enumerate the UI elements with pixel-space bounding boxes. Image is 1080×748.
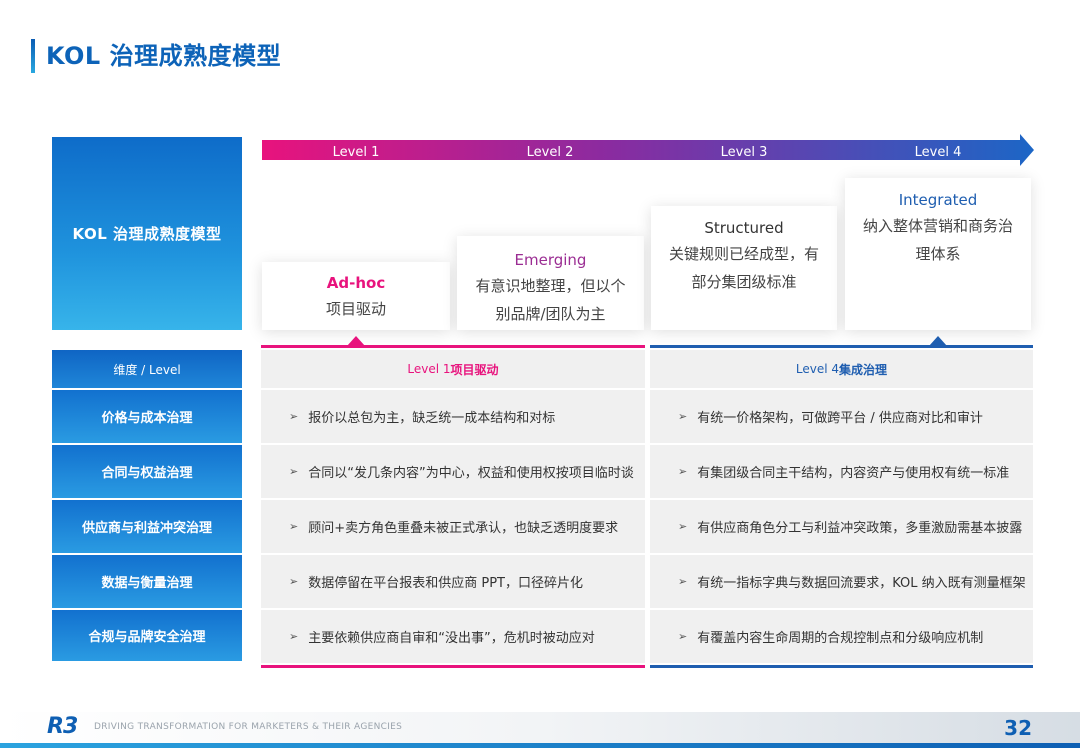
card-title: Ad-hoc — [326, 274, 386, 292]
table-cell-level4: ➢ 有覆盖内容生命周期的合规控制点和分级响应机制 — [650, 610, 1033, 663]
model-label-box: KOL 治理成熟度模型 — [52, 137, 242, 330]
footer-strip — [0, 743, 1080, 748]
card-description: 纳入整体营销和商务治 理体系 — [862, 217, 1013, 263]
page-number: 32 — [1004, 716, 1032, 740]
level-card-structured: Structured 关键规则已经成型，有 部分集团级标准 — [651, 206, 837, 330]
table-cell-level4: ➢ 有供应商角色分工与利益冲突政策，多重激励需基本披露 — [650, 500, 1033, 553]
table-cell-level4: ➢ 有集团级合同主干结构，内容资产与使用权有统一标准 — [650, 445, 1033, 498]
level4-top-line — [650, 345, 1033, 348]
card-title: Structured — [704, 219, 784, 237]
table-cell-level4: ➢ 有统一价格架构，可做跨平台 / 供应商对比和审计 — [650, 390, 1033, 443]
row-label-price: 价格与成本治理 — [52, 390, 242, 443]
table-cell-level1: ➢ 合同以“发几条内容”为中心，权益和使用权按项目临时谈 — [261, 445, 645, 498]
model-label: KOL 治理成熟度模型 — [72, 225, 222, 243]
level-card-adhoc: Ad-hoc 项目驱动 — [262, 262, 450, 330]
card-title: Emerging — [514, 251, 587, 269]
dimension-header: 维度 / Level — [52, 350, 242, 388]
table-cell-level1: ➢ 主要依赖供应商自审和“没出事”，危机时被动应对 — [261, 610, 645, 663]
level4-bottom-line — [650, 665, 1033, 668]
row-label-data: 数据与衡量治理 — [52, 555, 242, 608]
level-label-3: Level 3 — [720, 145, 768, 160]
title-accent-bar — [31, 39, 35, 73]
table-cell-level4: ➢ 有统一指标字典与数据回流要求，KOL 纳入既有测量框架 — [650, 555, 1033, 608]
card-description: 项目驱动 — [325, 300, 386, 318]
level1-top-line — [261, 345, 645, 348]
level-card-emerging: Emerging 有意识地整理，但以个 别品牌/团队为主 — [457, 236, 644, 330]
level-card-integrated: Integrated 纳入整体营销和商务治 理体系 — [845, 178, 1031, 330]
r3-logo: R3 — [47, 714, 78, 739]
level-label-2: Level 2 — [526, 145, 574, 160]
table-cell-level1: ➢ 数据停留在平台报表和供应商 PPT，口径碎片化 — [261, 555, 645, 608]
level4-column-header: Level 4 集成治理 — [650, 350, 1033, 388]
level1-column-header: Level 1 项目驱动 — [261, 350, 645, 388]
row-label-compliance: 合规与品牌安全治理 — [52, 610, 242, 661]
table-cell-level1: ➢ 报价以总包为主，缺乏统一成本结构和对标 — [261, 390, 645, 443]
row-label-supplier: 供应商与利益冲突治理 — [52, 500, 242, 553]
card-title: Integrated — [898, 191, 978, 209]
row-label-contract: 合同与权益治理 — [52, 445, 242, 498]
level-label-4: Level 4 — [914, 145, 962, 160]
page-title: KOL 治理成熟度模型 — [46, 42, 282, 70]
card-description: 关键规则已经成型，有 部分集团级标准 — [668, 245, 819, 291]
level1-bottom-line — [261, 665, 645, 668]
level-label-1: Level 1 — [332, 145, 380, 160]
table-cell-level1: ➢ 顾问+卖方角色重叠未被正式承认，也缺乏透明度要求 — [261, 500, 645, 553]
card-description: 有意识地整理，但以个 别品牌/团队为主 — [475, 277, 626, 323]
footer-tagline: DRIVING TRANSFORMATION FOR MARKETERS & T… — [94, 722, 403, 732]
